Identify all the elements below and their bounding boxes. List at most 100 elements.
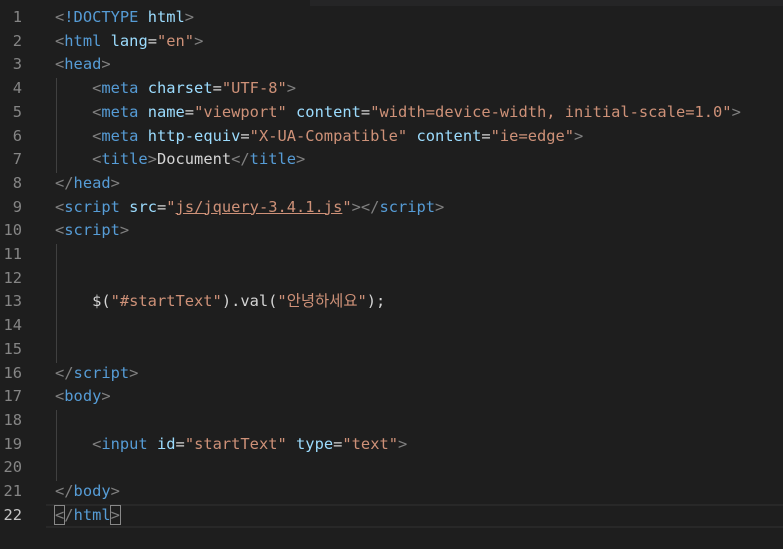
code-token: ></: [351, 197, 380, 216]
line-code: <body>: [55, 385, 111, 409]
code-token: "ie=edge": [490, 126, 575, 145]
line-code: $("#startText").val("안녕하세요");: [55, 290, 385, 314]
line-code: </script>: [55, 362, 138, 386]
code-token: type: [296, 434, 334, 453]
code-token: title: [101, 150, 148, 169]
code-token: "안녕하세요": [277, 292, 367, 311]
code-token: =: [147, 31, 157, 50]
line-code: <script src="js/jquery-3.4.1.js"></scrip…: [55, 196, 444, 220]
code-line[interactable]: 4 <meta charset="UTF-8">: [0, 77, 783, 101]
code-token: html: [73, 505, 111, 524]
code-line[interactable]: 3 <head>: [0, 53, 783, 77]
code-line[interactable]: 19 <input id="startText" type="text">: [0, 433, 783, 457]
line-number: 2: [12, 31, 22, 50]
code-token: );: [366, 292, 386, 311]
code-line[interactable]: 17 <body>: [0, 385, 783, 409]
code-token: /: [64, 505, 74, 524]
code-line[interactable]: 13 $("#startText").val("안녕하세요");: [0, 290, 783, 314]
code-token: script: [64, 221, 120, 240]
code-token: =: [333, 434, 343, 453]
code-token: =: [212, 79, 222, 98]
code-line[interactable]: 21 </body>: [0, 480, 783, 504]
line-code: <input id="startText" type="text">: [55, 433, 407, 457]
code-token: </: [55, 363, 74, 382]
code-line[interactable]: 6 <meta http-equiv="X-UA-Compatible" con…: [0, 125, 783, 149]
code-token: </: [231, 150, 250, 169]
code-token: content: [416, 126, 482, 145]
code-token: =: [481, 126, 491, 145]
code-token: ).val(: [221, 292, 278, 311]
code-token: >: [101, 55, 111, 74]
code-token: title: [249, 150, 297, 169]
code-token: <: [55, 387, 65, 406]
code-line[interactable]: 2 <html lang="en">: [0, 30, 783, 54]
line-code: <meta http-equiv="X-UA-Compatible" conte…: [55, 125, 583, 149]
code-token: !DOCTYPE: [64, 8, 139, 26]
line-number: 7: [12, 150, 22, 169]
code-token: script: [73, 363, 130, 382]
line-code: <meta charset="UTF-8">: [55, 77, 296, 101]
code-token: =: [175, 434, 185, 453]
code-line[interactable]: 8 </head>: [0, 172, 783, 196]
code-token: "#startText": [110, 292, 222, 311]
code-token: ": [166, 197, 176, 216]
code-token: <: [92, 126, 102, 145]
code-line[interactable]: 10 <script>: [0, 219, 783, 243]
code-token: >: [119, 221, 130, 240]
code-token: >: [574, 126, 584, 145]
code-editor[interactable]: 1 <!DOCTYPE html> 2 <html lang="en"> 3 <head>…: [0, 0, 783, 549]
code-line[interactable]: 18: [0, 409, 783, 433]
line-number: 6: [12, 126, 22, 145]
code-token: $(: [55, 292, 111, 311]
line-code: <head>: [55, 53, 111, 77]
code-token: >: [147, 150, 157, 169]
code-token: "startText": [184, 434, 287, 453]
code-line[interactable]: 15: [0, 338, 783, 362]
code-token: content: [296, 102, 361, 121]
code-token: "X-UA-Compatible": [249, 126, 408, 145]
line-code: <html lang="en">: [55, 30, 203, 54]
line-code: <meta name="viewport" content="width=dev…: [55, 101, 741, 125]
code-token: <: [55, 31, 65, 50]
code-token: name: [147, 102, 185, 121]
code-token: script: [64, 197, 120, 216]
code-token: head: [73, 173, 111, 192]
code-token: </: [55, 482, 74, 500]
code-token: <: [92, 150, 102, 169]
line-code: </body>: [55, 480, 120, 504]
code-token: >: [286, 79, 297, 98]
code-line[interactable]: 12: [0, 267, 783, 291]
code-token: <: [55, 197, 65, 216]
code-token: =: [240, 126, 250, 145]
code-line[interactable]: 9 <script src="js/jquery-3.4.1.js"></scri…: [0, 196, 783, 220]
code-token: head: [64, 55, 102, 74]
line-code: <title>Document</title>: [55, 148, 305, 172]
code-token: >: [129, 363, 139, 382]
code-token: "viewport": [194, 102, 287, 121]
code-token: input: [101, 434, 148, 453]
code-line[interactable]: 11: [0, 243, 783, 267]
line-number: 5: [12, 102, 22, 121]
code-line[interactable]: 5 <meta name="viewport" content="width=d…: [0, 101, 783, 125]
code-line[interactable]: 16 </script>: [0, 362, 783, 386]
code-token: "text": [342, 434, 398, 453]
line-number: 1: [12, 8, 22, 26]
code-line[interactable]: 1 <!DOCTYPE html>: [0, 6, 783, 30]
code-token: "UTF-8": [221, 79, 287, 98]
line-number: 9: [12, 197, 22, 216]
code-line[interactable]: 20: [0, 456, 783, 480]
line-code: </head>: [55, 172, 120, 196]
code-line[interactable]: 22 </html>: [0, 504, 783, 528]
code-token: html: [147, 8, 185, 26]
code-line[interactable]: 14: [0, 314, 783, 338]
line-number: 11: [3, 245, 22, 263]
code-line[interactable]: 7 <title>Document</title>: [0, 148, 783, 172]
